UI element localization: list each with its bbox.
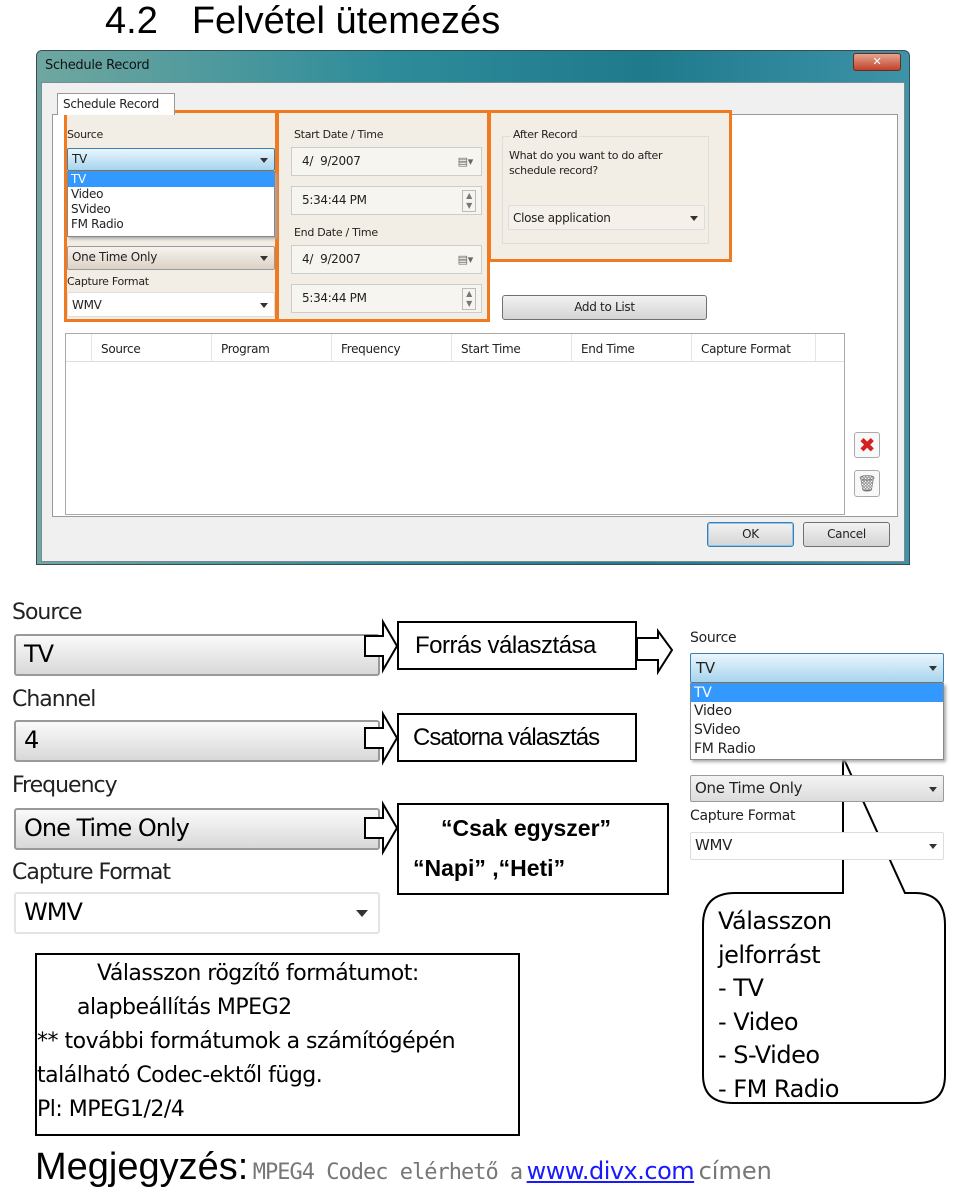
- source-callout: Forrás választása: [397, 621, 637, 670]
- format-callout-line: Válasszon rögzítő formátumot:: [97, 961, 419, 986]
- format-callout-line: ** további formátumok a számítógépén: [37, 1029, 456, 1054]
- option-fm-radio[interactable]: FM Radio: [691, 740, 943, 759]
- frequency-callout: “Csak egyszer” “Napi” ,“Heti”: [397, 803, 669, 895]
- tab-schedule-record[interactable]: Schedule Record: [57, 93, 175, 115]
- bubble-line: - Video: [718, 1007, 799, 1036]
- chevron-down-icon: [929, 844, 937, 849]
- option-video[interactable]: Video: [691, 702, 943, 721]
- frequency-callout-line1: “Csak egyszer”: [441, 815, 612, 841]
- mini-format-label: Capture Format: [690, 808, 796, 824]
- bubble-line: Válasszon: [718, 907, 832, 935]
- bubble-line: - TV: [718, 974, 764, 1003]
- note: Megjegyzés: MPEG4 Codec elérhető a www.d…: [35, 1146, 772, 1189]
- frequency-callout-line2: “Napi” ,“Heti”: [413, 855, 566, 881]
- note-suffix: címen: [698, 1157, 772, 1185]
- mini-frequency-combo[interactable]: One Time Only: [690, 775, 944, 802]
- chevron-down-icon: [929, 666, 937, 671]
- mini-source-value: TV: [696, 659, 715, 677]
- mini-source-label: Source: [690, 630, 737, 646]
- bubble-line: - FM Radio: [718, 1074, 839, 1099]
- bubble-line: - S-Video: [718, 1041, 820, 1070]
- arrow-right-icon: [364, 710, 399, 766]
- format-callout: Válasszon rögzítő formátumot: alapbeállí…: [35, 953, 520, 1136]
- format-callout-line: található Codec-ektől függ.: [37, 1063, 323, 1088]
- bubble-line: jelforrást: [718, 940, 821, 969]
- arrow-right-icon: [636, 627, 674, 676]
- option-svideo[interactable]: SVideo: [691, 721, 943, 740]
- mini-format-value: WMV: [695, 836, 733, 854]
- divx-link[interactable]: www.divx.com: [527, 1157, 695, 1185]
- option-tv[interactable]: TV: [691, 684, 943, 702]
- format-callout-line: Pl: MPEG1/2/4: [37, 1097, 185, 1122]
- channel-callout: Csatorna választás: [397, 713, 637, 762]
- arrow-right-icon: [364, 800, 399, 856]
- arrow-right-icon: [364, 618, 399, 674]
- note-label: Megjegyzés:: [35, 1146, 249, 1188]
- mini-source-combo[interactable]: TV: [690, 653, 944, 683]
- mini-source-dropdown: TV Video SVideo FM Radio: [690, 683, 944, 760]
- bubble-text: Válasszon jelforrást - TV - Video - S-Vi…: [718, 905, 839, 1099]
- note-text: MPEG4 Codec elérhető a: [252, 1160, 523, 1185]
- mini-frequency-value: One Time Only: [695, 779, 803, 797]
- chevron-down-icon: [929, 786, 937, 792]
- format-callout-line: alapbeállítás MPEG2: [77, 995, 292, 1020]
- mini-format-combo[interactable]: WMV: [690, 832, 944, 860]
